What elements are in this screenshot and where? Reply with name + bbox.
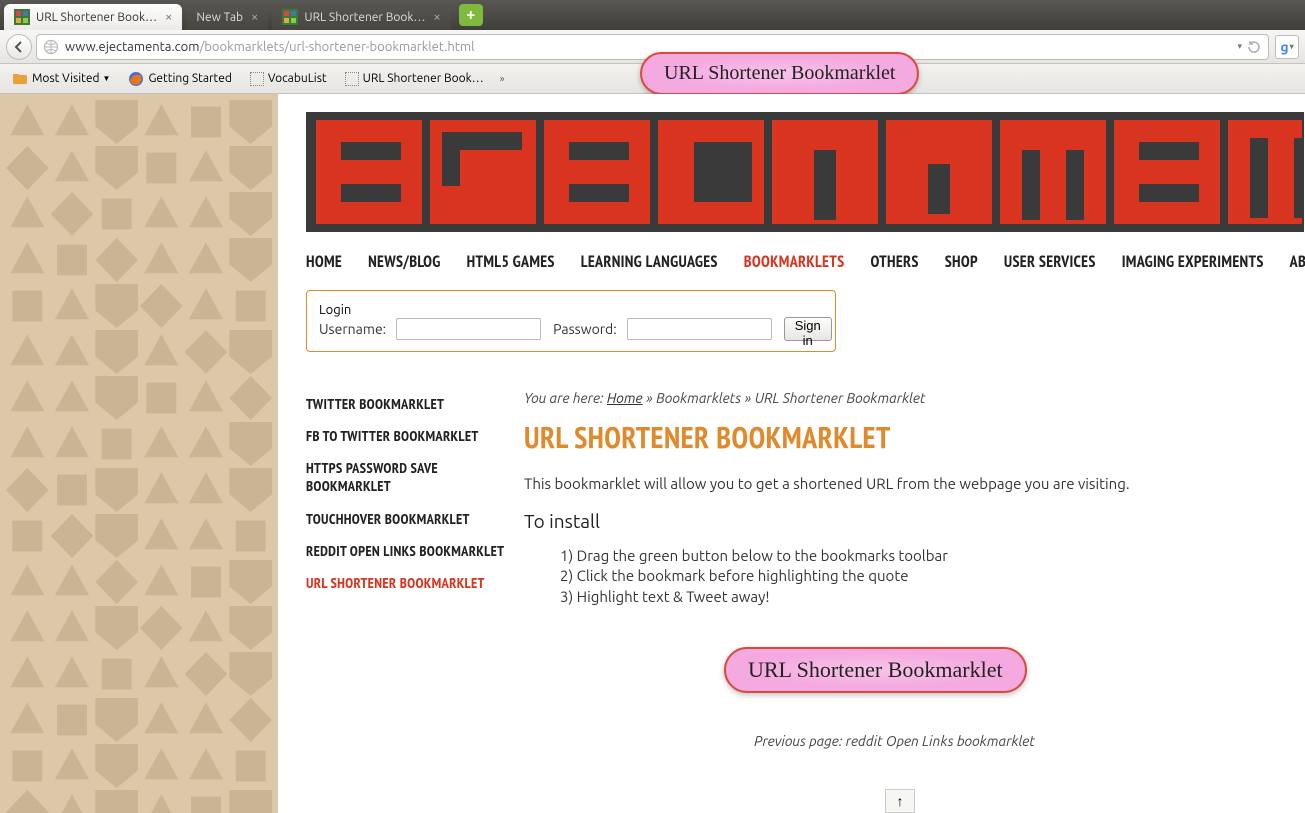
username-label: Username: <box>319 321 386 337</box>
nav-news[interactable]: NEWS/BLOG <box>368 252 441 272</box>
page-viewport: HOME NEWS/BLOG HTML5 GAMES LEARNING LANG… <box>0 94 1305 813</box>
nav-shop[interactable]: SHOP <box>945 252 978 272</box>
intro-text: This bookmarklet will allow you to get a… <box>524 475 1265 492</box>
reload-icon[interactable] <box>1246 39 1262 55</box>
favicon-icon <box>282 9 298 25</box>
browser-tab-2[interactable]: URL Shortener Book… × <box>272 4 450 30</box>
login-legend: Login <box>319 303 351 317</box>
overflow-chevron-icon[interactable]: » <box>500 73 505 84</box>
bookmarklet-label: URL Shortener Bookmarklet <box>664 62 895 84</box>
nav-others[interactable]: OTHERS <box>870 252 918 272</box>
subnav-item: REDDIT OPEN LINKS BOOKMARKLET <box>306 543 506 561</box>
nav-about[interactable]: ABOUT <box>1290 252 1305 272</box>
username-input[interactable] <box>396 318 541 340</box>
signin-button[interactable]: Sign in <box>784 317 832 341</box>
bookmarklet-icon <box>250 72 264 86</box>
dragged-bookmarklet-button[interactable]: URL Shortener Bookmarklet <box>640 52 919 95</box>
site-logo[interactable] <box>306 112 1304 232</box>
bookmark-label: Getting Started <box>148 72 231 85</box>
new-tab-button[interactable]: + <box>459 4 483 26</box>
tab-close-icon[interactable]: × <box>251 10 258 24</box>
bookmark-most-visited[interactable]: Most Visited ▼ <box>6 69 116 89</box>
article: You are here: Home » Bookmarklets » URL … <box>524 374 1305 749</box>
scroll-to-top-button[interactable]: ↑ <box>885 789 915 813</box>
password-input[interactable] <box>627 318 772 340</box>
favicon-icon <box>14 9 30 25</box>
install-step: 1) Drag the green button below to the bo… <box>560 546 1265 566</box>
browser-tab-strip: URL Shortener Book… × New Tab × URL Shor… <box>0 0 1305 30</box>
breadcrumb-current: URL Shortener Bookmarklet <box>755 390 926 406</box>
nav-imaging[interactable]: IMAGING EXPERIMENTS <box>1122 252 1264 272</box>
nav-languages[interactable]: LEARNING LANGUAGES <box>581 252 718 272</box>
url-text: www.ejectamenta.com/bookmarklets/url-sho… <box>65 40 1233 54</box>
browser-tab-0[interactable]: URL Shortener Book… × <box>4 4 182 30</box>
bookmark-url-shortener[interactable]: URL Shortener Book… <box>339 70 490 88</box>
browser-tab-1[interactable]: New Tab × <box>186 4 268 30</box>
breadcrumb-mid[interactable]: Bookmarklets <box>656 390 741 406</box>
subnav-item: URL SHORTENER BOOKMARKLET <box>306 575 506 593</box>
breadcrumb: You are here: Home » Bookmarklets » URL … <box>524 390 1265 406</box>
chevron-down-icon: ▼ <box>103 74 111 83</box>
url-dropdown-icon[interactable]: ▾ <box>1237 41 1242 52</box>
install-step: 2) Click the bookmark before highlightin… <box>560 566 1265 586</box>
nav-html5[interactable]: HTML5 GAMES <box>467 252 555 272</box>
subnav-item: TWITTER BOOKMARKLET <box>306 396 506 414</box>
login-form: Login Username: Password: Sign in <box>306 290 836 352</box>
subnav-item: TOUCHHOVER BOOKMARKLET <box>306 511 506 529</box>
secondary-nav: TWITTER BOOKMARKLET FB TO TWITTER BOOKMA… <box>306 374 506 749</box>
bookmarklet-drag-source[interactable]: URL Shortener Bookmarklet <box>724 647 1265 693</box>
subnav-item: FB TO TWITTER BOOKMARKLET <box>306 428 506 446</box>
bookmark-vocabulist[interactable]: VocabuList <box>244 70 333 88</box>
tangram-pattern <box>0 94 278 813</box>
install-heading: To install <box>524 510 1265 532</box>
tab-close-icon[interactable]: × <box>165 10 172 24</box>
page-title: URL SHORTENER BOOKMARKLET <box>524 418 1265 457</box>
bookmark-label: VocabuList <box>268 72 327 85</box>
folder-icon <box>12 71 28 87</box>
install-steps: 1) Drag the green button below to the bo… <box>560 546 1265 607</box>
search-engine-button[interactable]: g ▾ <box>1275 35 1299 59</box>
bookmarks-toolbar: Most Visited ▼ Getting Started VocabuLis… <box>0 64 1305 94</box>
tab-label: URL Shortener Book… <box>36 11 157 24</box>
tab-label: New Tab <box>196 11 243 24</box>
password-label: Password: <box>553 321 617 337</box>
install-step: 3) Highlight text & Tweet away! <box>560 587 1265 607</box>
bookmark-label: URL Shortener Book… <box>363 72 484 85</box>
globe-icon <box>43 39 59 55</box>
main-content: HOME NEWS/BLOG HTML5 GAMES LEARNING LANG… <box>278 94 1305 813</box>
tab-close-icon[interactable]: × <box>433 10 440 24</box>
breadcrumb-home[interactable]: Home <box>607 390 643 406</box>
bookmarklet-icon <box>345 72 359 86</box>
bookmark-getting-started[interactable]: Getting Started <box>122 69 237 89</box>
nav-user-services[interactable]: USER SERVICES <box>1004 252 1096 272</box>
nav-home[interactable]: HOME <box>306 252 342 272</box>
decorative-sidebar <box>0 94 278 813</box>
bookmark-label: Most Visited <box>32 72 100 85</box>
previous-page-link[interactable]: Previous page: reddit Open Links bookmar… <box>524 733 1265 749</box>
nav-bookmarklets[interactable]: BOOKMARKLETS <box>744 252 845 272</box>
bookmarklet-label: URL Shortener Bookmarklet <box>748 657 1003 682</box>
back-button[interactable] <box>6 34 32 60</box>
tab-label: URL Shortener Book… <box>304 11 425 24</box>
primary-nav: HOME NEWS/BLOG HTML5 GAMES LEARNING LANG… <box>306 232 1305 290</box>
firefox-icon <box>128 71 144 87</box>
subnav-item: HTTPS PASSWORD SAVE BOOKMARKLET <box>306 460 506 496</box>
